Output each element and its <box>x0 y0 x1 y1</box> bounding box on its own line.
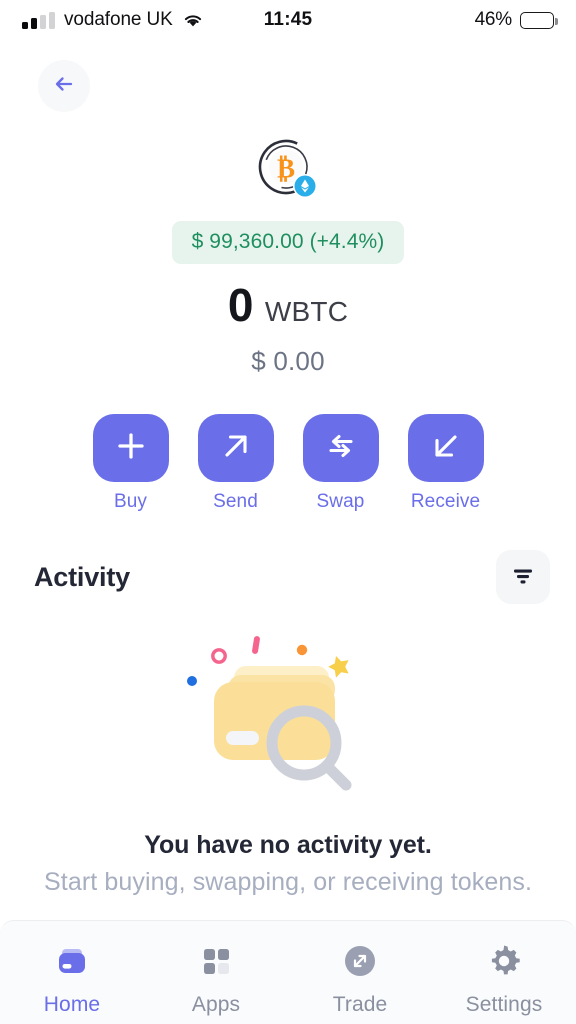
ethereum-badge-icon <box>293 174 317 198</box>
tab-settings[interactable]: Settings <box>432 940 576 1017</box>
grid-icon <box>195 940 237 982</box>
swap-label: Swap <box>316 491 365 512</box>
status-bar-right: 46% <box>288 9 558 31</box>
activity-header: Activity <box>34 550 550 604</box>
receive-label: Receive <box>410 491 481 512</box>
price-pill-wrap: $ 99,360.00 (+4.4%) <box>0 221 576 264</box>
empty-state-subtitle: Start buying, swapping, or receiving tok… <box>44 868 532 896</box>
activity-title: Activity <box>34 561 130 592</box>
wallet-icon <box>51 940 93 982</box>
send-button[interactable] <box>197 414 274 482</box>
svg-text:₿: ₿ <box>277 154 295 184</box>
action-buttons: Buy Send Swap Receive <box>0 414 576 513</box>
gear-icon <box>483 940 525 982</box>
send-label: Send <box>213 491 258 512</box>
balance-row: 0 WBTC <box>0 282 576 328</box>
tab-home[interactable]: Home <box>0 940 144 1017</box>
wifi-icon <box>182 12 204 28</box>
tab-trade-label: Trade <box>332 993 388 1016</box>
tab-apps-label: Apps <box>191 993 241 1016</box>
app-screen: vodafone UK 11:45 46% ₿ $ 99,360.00 (+4.… <box>0 0 576 1024</box>
activity-filter-button[interactable] <box>496 550 550 604</box>
status-bar: vodafone UK 11:45 46% <box>0 0 576 40</box>
action-swap[interactable]: Swap <box>302 414 379 513</box>
receive-button[interactable] <box>407 414 484 482</box>
buy-label: Buy <box>113 491 148 512</box>
tab-home-label: Home <box>43 993 101 1016</box>
arrow-up-right-icon <box>219 429 253 468</box>
carrier-label: vodafone UK <box>64 9 173 30</box>
wbtc-token-icon: ₿ <box>257 138 319 200</box>
action-buy[interactable]: Buy <box>92 414 169 513</box>
expand-arrows-icon <box>339 940 381 982</box>
action-send[interactable]: Send <box>197 414 274 513</box>
battery-icon <box>520 11 558 29</box>
balance-amount: 0 <box>227 279 254 331</box>
arrow-down-left-icon <box>429 429 463 468</box>
price-change-badge: $ 99,360.00 (+4.4%) <box>171 221 405 264</box>
action-receive[interactable]: Receive <box>407 414 484 513</box>
bottom-tab-bar: Home Apps Trade Settings <box>0 920 576 1024</box>
swap-arrows-icon <box>324 429 358 468</box>
buy-button[interactable] <box>92 414 169 482</box>
filter-icon <box>510 562 536 593</box>
battery-percent-label: 46% <box>474 9 513 30</box>
tab-trade[interactable]: Trade <box>288 940 432 1017</box>
balance-symbol: WBTC <box>264 296 349 327</box>
back-button[interactable] <box>38 60 90 112</box>
arrow-left-icon <box>51 71 77 102</box>
balance-fiat-value: $ 0.00 <box>251 346 325 376</box>
plus-icon <box>114 429 148 468</box>
tab-settings-label: Settings <box>465 993 543 1016</box>
empty-wallet-search-illustration <box>178 618 398 813</box>
empty-state-title: You have no activity yet. <box>144 831 432 859</box>
swap-button[interactable] <box>302 414 379 482</box>
signal-strength-icon <box>22 11 55 29</box>
tab-apps[interactable]: Apps <box>144 940 288 1017</box>
status-bar-left: vodafone UK <box>22 9 288 31</box>
